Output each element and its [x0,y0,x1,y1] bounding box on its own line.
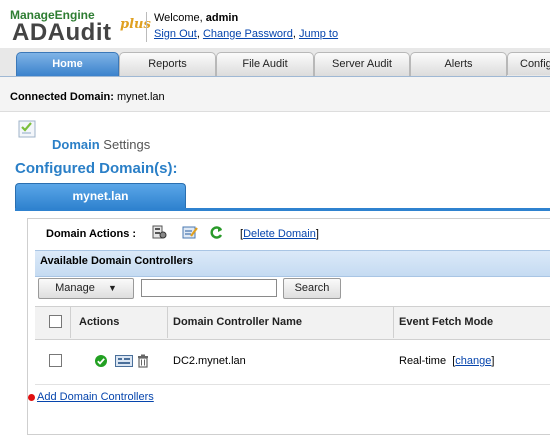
column-header-fetch-mode: Event Fetch Mode [399,316,494,328]
header-links: Sign Out, Change Password, Jump to [154,28,339,40]
current-user: admin [205,12,239,24]
tab-alerts[interactable]: Alerts [410,52,507,76]
controllers-title: Available Domain Controllers [40,255,194,267]
bracket-close: ] [315,228,319,240]
tab-server-audit[interactable]: Server Audit [314,52,410,76]
welcome-text: Welcome, admin [154,12,238,24]
edit-domain-icon[interactable] [182,224,198,240]
domain-tab-mynet[interactable]: mynet.lan [15,183,186,209]
edit-controller-icon[interactable] [115,355,133,367]
search-button[interactable]: Search [283,278,341,299]
delete-icon[interactable] [137,354,149,368]
page-title-accent: Domain [52,137,100,152]
bullet-dot [28,394,35,401]
page-title: Domain Settings [52,137,150,152]
domain-details-icon[interactable] [151,224,167,240]
select-all-checkbox[interactable] [49,315,62,328]
column-divider [70,306,71,338]
search-input[interactable] [141,279,277,297]
delete-domain-link[interactable]: Delete Domain [243,228,316,240]
configured-domains-heading: Configured Domain(s): [15,160,178,177]
settings-checklist-icon [18,120,36,138]
row-checkbox[interactable] [49,354,62,367]
column-divider [167,306,168,338]
manage-label: Manage [55,282,95,294]
add-domain-controllers-link[interactable]: Add Domain Controllers [37,391,154,403]
fetch-mode-value: Real-time [399,355,447,367]
change-password-link[interactable]: Change Password [203,28,293,40]
column-divider [393,306,394,338]
column-header-actions: Actions [79,316,120,328]
connected-domain-value: mynet.lan [116,91,165,103]
chevron-down-icon: ▼ [107,283,117,293]
tab-config[interactable]: Config [507,52,550,75]
tab-home[interactable]: Home [16,52,119,76]
tab-file-audit[interactable]: File Audit [216,52,314,76]
welcome-prefix: Welcome, [154,12,203,24]
jump-to-link[interactable]: Jump to [299,28,338,40]
fetch-mode: Real-time [change] [399,355,495,367]
connected-domain: Connected Domain: mynet.lan [10,91,165,103]
page-title-rest: Settings [103,137,151,152]
header-divider [146,12,147,42]
domain-actions-label: Domain Actions : [46,228,137,240]
refresh-icon[interactable] [208,224,224,240]
delete-domain-control: [Delete Domain] [240,228,319,240]
sign-out-link[interactable]: Sign Out [154,28,197,40]
change-fetch-mode-link[interactable]: change [455,355,491,367]
status-ok-icon [95,355,107,367]
tab-reports[interactable]: Reports [119,52,216,76]
column-header-dc-name: Domain Controller Name [173,316,302,328]
product-logo: ADAudit [12,19,112,46]
manage-dropdown-button[interactable]: Manage ▼ [38,278,134,299]
domain-tab-underline [15,208,550,211]
connected-domain-label: Connected Domain: [10,91,114,103]
dc-name: DC2.mynet.lan [173,355,246,367]
